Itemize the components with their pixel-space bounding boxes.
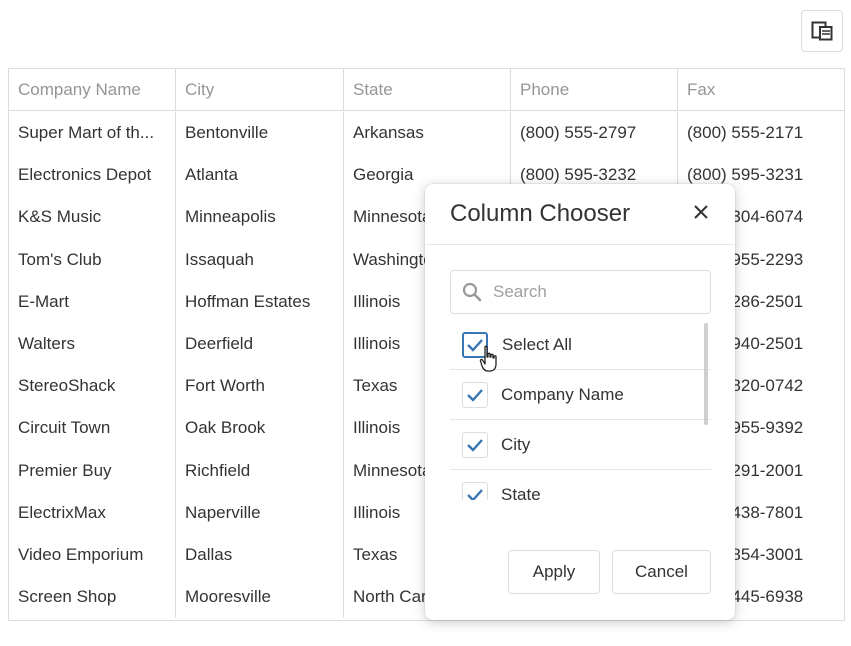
cell-company-name: Super Mart of th... xyxy=(9,112,176,155)
state-checkbox[interactable] xyxy=(462,482,488,500)
cell-company-name: Premier Buy xyxy=(9,449,176,492)
select-all-checkbox[interactable] xyxy=(462,332,488,358)
cell-company-name: Screen Shop xyxy=(9,576,176,619)
cell-city: Naperville xyxy=(176,491,344,534)
check-icon xyxy=(467,339,483,352)
column-header-phone[interactable]: Phone xyxy=(511,69,678,111)
column-header-city[interactable]: City xyxy=(176,69,344,111)
cell-fax: (800) 555-2171 xyxy=(687,123,804,142)
column-list: Select All Company Name City State xyxy=(450,320,711,500)
close-button[interactable] xyxy=(691,202,711,222)
cancel-button[interactable]: Cancel xyxy=(612,550,711,594)
cell-city: Fort Worth xyxy=(176,365,344,408)
search-box[interactable] xyxy=(450,270,711,314)
dialog-divider xyxy=(425,244,735,245)
cell-city: Bentonville xyxy=(176,112,344,155)
cell-city: Deerfield xyxy=(176,322,344,366)
list-item-label: State xyxy=(501,485,541,500)
column-chooser-dialog: Column Chooser Select All xyxy=(425,184,735,620)
close-icon xyxy=(694,205,708,219)
cell-phone: (800) 555-2797 xyxy=(511,112,678,155)
list-item-label: City xyxy=(501,435,531,454)
list-item-company-name[interactable]: Company Name xyxy=(450,370,711,420)
check-icon xyxy=(467,439,483,452)
column-header-state[interactable]: State xyxy=(344,69,511,111)
cell-state: Arkansas xyxy=(344,112,511,155)
list-item-select-all[interactable]: Select All xyxy=(450,320,711,370)
cell-company-name: Video Emporium xyxy=(9,533,176,577)
table-row[interactable]: Super Mart of th... Bentonville Arkansas (8… xyxy=(9,112,844,155)
cell-city: Issaquah xyxy=(176,238,344,281)
company-name-checkbox[interactable] xyxy=(462,382,488,408)
page: Company Name City State Phone Fax Super … xyxy=(0,0,851,646)
cell-company-name: Walters xyxy=(9,322,176,366)
cell-company-name: ElectrixMax xyxy=(9,491,176,534)
list-item-city[interactable]: City xyxy=(450,420,711,470)
apply-button[interactable]: Apply xyxy=(508,550,600,594)
cell-city: Oak Brook xyxy=(176,407,344,450)
check-icon xyxy=(467,389,483,402)
dialog-title: Column Chooser xyxy=(450,200,631,227)
cell-city: Minneapolis xyxy=(176,196,344,239)
list-item-state[interactable]: State xyxy=(450,470,711,500)
cell-city: Atlanta xyxy=(176,154,344,197)
check-icon xyxy=(467,489,483,500)
cell-company-name: StereoShack xyxy=(9,365,176,408)
search-icon xyxy=(462,282,482,302)
cell-city: Mooresville xyxy=(176,576,344,619)
cell-company-name: K&S Music xyxy=(9,196,176,239)
list-item-label: Company Name xyxy=(501,385,624,404)
cell-company-name: Tom's Club xyxy=(9,238,176,281)
cell-city: Dallas xyxy=(176,533,344,577)
cell-city: Hoffman Estates xyxy=(176,280,344,323)
search-input[interactable] xyxy=(493,271,703,313)
column-chooser-icon xyxy=(811,21,833,41)
cell-city: Richfield xyxy=(176,449,344,492)
list-scrollbar[interactable] xyxy=(704,323,708,425)
city-checkbox[interactable] xyxy=(462,432,488,458)
list-item-label: Select All xyxy=(502,335,572,354)
column-header-fax[interactable]: Fax xyxy=(678,69,844,111)
grid-header: Company Name City State Phone Fax xyxy=(9,69,844,111)
cell-company-name: E-Mart xyxy=(9,280,176,323)
column-chooser-button[interactable] xyxy=(801,10,843,52)
cell-company-name: Circuit Town xyxy=(9,407,176,450)
cell-company-name: Electronics Depot xyxy=(9,154,176,197)
column-header-company-name[interactable]: Company Name xyxy=(9,69,176,111)
